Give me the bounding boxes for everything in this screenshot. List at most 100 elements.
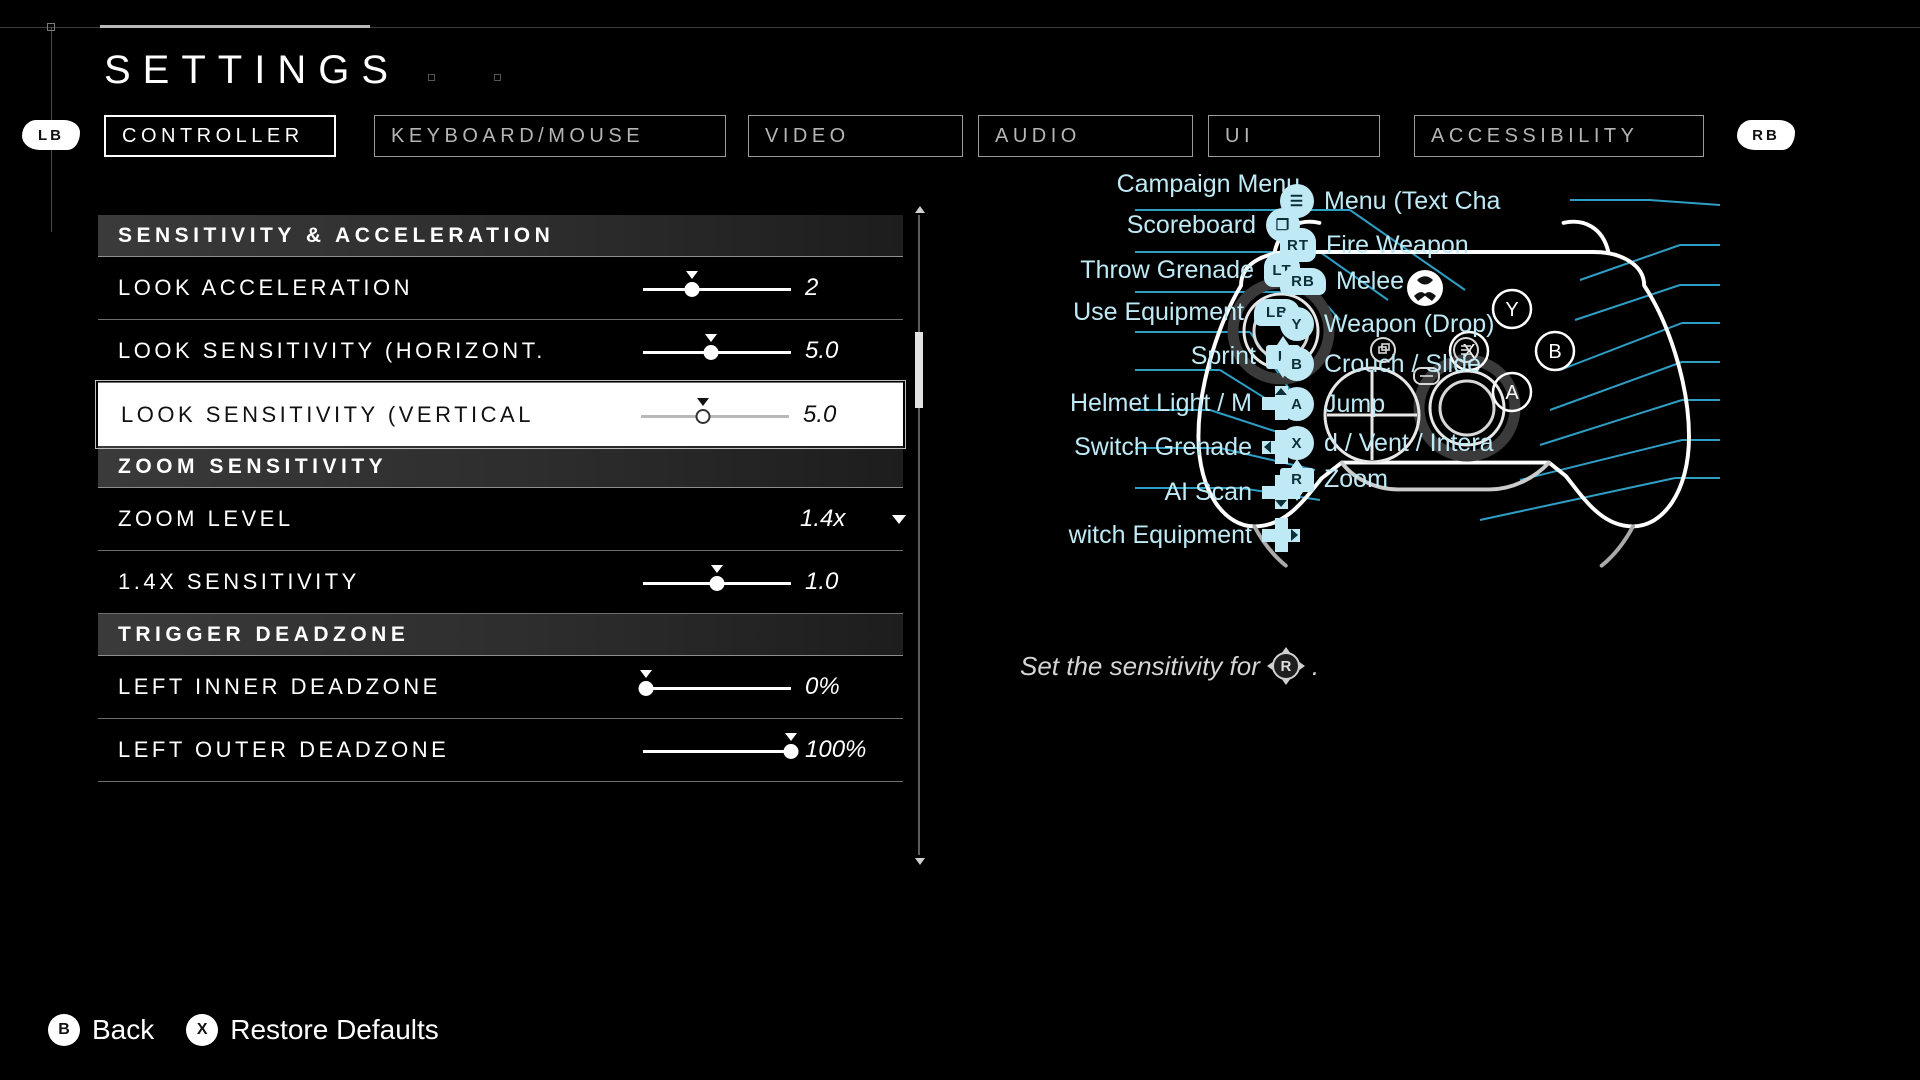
binding-label: Scoreboard (1126, 210, 1256, 239)
footer-action-restore-defaults[interactable]: X Restore Defaults (186, 1014, 439, 1046)
dpad-right-icon (1262, 518, 1300, 552)
gamepad-button-icon: B (48, 1014, 80, 1046)
setting-slider[interactable] (641, 397, 789, 426)
settings-list: SENSITIVITY & ACCELERATION LOOK ACCELERAT… (95, 215, 906, 782)
tab-audio[interactable]: AUDIO (978, 115, 1193, 157)
binding-label: Crouch / Slide (1324, 349, 1482, 378)
setting-label: LOOK SENSITIVITY (HORIZONT. (118, 338, 546, 363)
binding-label: d / Vent / Intera (1324, 428, 1494, 457)
hint-suffix-text: . (1311, 650, 1320, 681)
slider-knob[interactable] (709, 576, 725, 591)
controller-binding-right: Xd / Vent / Intera (1280, 426, 1494, 460)
button-icon: ☰ (1280, 184, 1314, 218)
setting-row[interactable]: LOOK SENSITIVITY (HORIZONT. 5.0 (98, 320, 903, 383)
scroll-down-arrow-icon[interactable] (915, 858, 925, 865)
controller-binding-left: Use Equipment LB (1073, 298, 1300, 327)
binding-label: Melee (1336, 267, 1405, 295)
setting-value: 0% (805, 673, 840, 700)
binding-label: Weapon (Drop) (1324, 309, 1495, 338)
controller-binding-right: Y Weapon (Drop) (1280, 307, 1494, 341)
controller-binding-right: RB Melee (1280, 267, 1404, 296)
hint-prefix-text: Set the sensitivity for (1020, 650, 1260, 681)
controller-binding-left: Helmet Light / M (1070, 386, 1300, 420)
setting-value: 2 (805, 274, 819, 301)
settings-group-header: SENSITIVITY & ACCELERATION (98, 215, 903, 257)
setting-row[interactable]: LOOK SENSITIVITY (VERTICAL 5.0 (95, 380, 906, 449)
tab-controller[interactable]: CONTROLLER (104, 115, 336, 157)
footer-action-back[interactable]: B Back (48, 1014, 154, 1046)
slider-caret-icon (705, 334, 718, 342)
binding-label: Fire Weapon (1326, 230, 1469, 259)
setting-slider[interactable] (643, 565, 791, 593)
binding-label: AI Scan (1164, 477, 1252, 506)
setting-label: 1.4X SENSITIVITY (118, 569, 360, 594)
setting-label: ZOOM LEVEL (118, 506, 294, 531)
setting-label: LOOK SENSITIVITY (VERTICAL (121, 401, 534, 427)
controller-binding-right: ☰ Menu (Text Cha (1280, 184, 1500, 218)
page-title: SETTINGS (104, 48, 401, 92)
setting-row[interactable]: ZOOM LEVEL 1.4x (98, 488, 906, 551)
slider-caret-icon (785, 733, 797, 741)
slider-knob[interactable] (638, 681, 654, 696)
binding-label: Use Equipment (1073, 298, 1244, 326)
slider-caret-icon (711, 565, 723, 573)
slider-knob[interactable] (703, 345, 719, 360)
chevron-down-icon[interactable] (892, 514, 906, 524)
binding-label: witch Equipment (1068, 520, 1252, 549)
setting-label: LEFT OUTER DEADZONE (118, 737, 450, 762)
title-dot-2 (494, 74, 501, 81)
bumper-rb-icon: RB (1280, 268, 1326, 295)
frame-corner-marker (47, 23, 55, 31)
footer-action-label: Restore Defaults (230, 1014, 439, 1045)
slider-track (643, 687, 791, 690)
setting-slider[interactable] (643, 733, 799, 761)
svg-text:Y: Y (1505, 299, 1518, 321)
right-stick-label: R (1271, 652, 1300, 680)
controller-binding-left: Scoreboard ❐ (1127, 208, 1300, 242)
binding-label: Zoom (1324, 465, 1388, 493)
binding-label: Campaign Menu (1116, 170, 1300, 198)
controller-binding-left: Switch Grenade (1074, 430, 1300, 464)
button-icon: X (1280, 426, 1314, 460)
stick-r-icon: R (1280, 467, 1314, 492)
slider-caret-icon (697, 397, 710, 406)
setting-row[interactable]: LEFT INNER DEADZONE 0% (98, 656, 903, 719)
settings-tabs: CONTROLLER KEYBOARD/MOUSE VIDEO AUDIO UI ACCE… (0, 115, 1920, 157)
binding-label: Jump (1324, 389, 1386, 418)
tab-keyboard-mouse[interactable]: KEYBOARD/MOUSE (374, 115, 726, 157)
slider-knob[interactable] (695, 408, 711, 424)
setting-value: 1.0 (805, 568, 839, 595)
controller-binding-right: A Jump (1280, 387, 1385, 421)
slider-knob[interactable] (684, 282, 700, 297)
setting-row[interactable]: LEFT OUTER DEADZONE 100% (98, 719, 903, 782)
controller-binding-right: R Zoom (1280, 465, 1388, 494)
setting-slider[interactable] (638, 670, 791, 698)
setting-row[interactable]: LOOK ACCELERATION 2 (98, 257, 903, 320)
footer-action-label: Back (92, 1014, 155, 1045)
slider-track (643, 750, 791, 753)
tab-ui[interactable]: UI (1208, 115, 1380, 157)
setting-slider[interactable] (643, 271, 791, 299)
slider-track (641, 414, 789, 418)
binding-label: Sprint (1190, 342, 1256, 370)
slider-knob[interactable] (783, 744, 799, 759)
setting-row[interactable]: 1.4X SENSITIVITY 1.0 (98, 551, 903, 614)
settings-group-header: TRIGGER DEADZONE (98, 614, 903, 656)
setting-slider[interactable] (643, 334, 791, 362)
svg-text:B: B (1548, 341, 1561, 363)
top-frame-accent (100, 25, 370, 28)
controller-diagram-panel: Y B X A Campaign Menu Scoreboard ❐ Throw Gr… (920, 170, 1920, 690)
right-stick-icon: R (1266, 647, 1305, 685)
setting-value: 100% (805, 736, 867, 763)
tab-accessibility[interactable]: ACCESSIBILITY (1414, 115, 1704, 157)
setting-value: 5.0 (803, 400, 837, 428)
settings-group-header: ZOOM SENSITIVITY (98, 446, 903, 488)
controller-binding-left: Campaign Menu (1117, 170, 1300, 199)
setting-label: LOOK ACCELERATION (118, 275, 414, 300)
binding-label: Switch Grenade (1074, 432, 1252, 461)
setting-label: LEFT INNER DEADZONE (118, 674, 441, 699)
title-dot-1 (428, 74, 435, 81)
controller-binding-right: B Crouch / Slide (1280, 347, 1481, 381)
binding-label: Helmet Light / M (1069, 388, 1252, 417)
tab-video[interactable]: VIDEO (748, 115, 963, 157)
